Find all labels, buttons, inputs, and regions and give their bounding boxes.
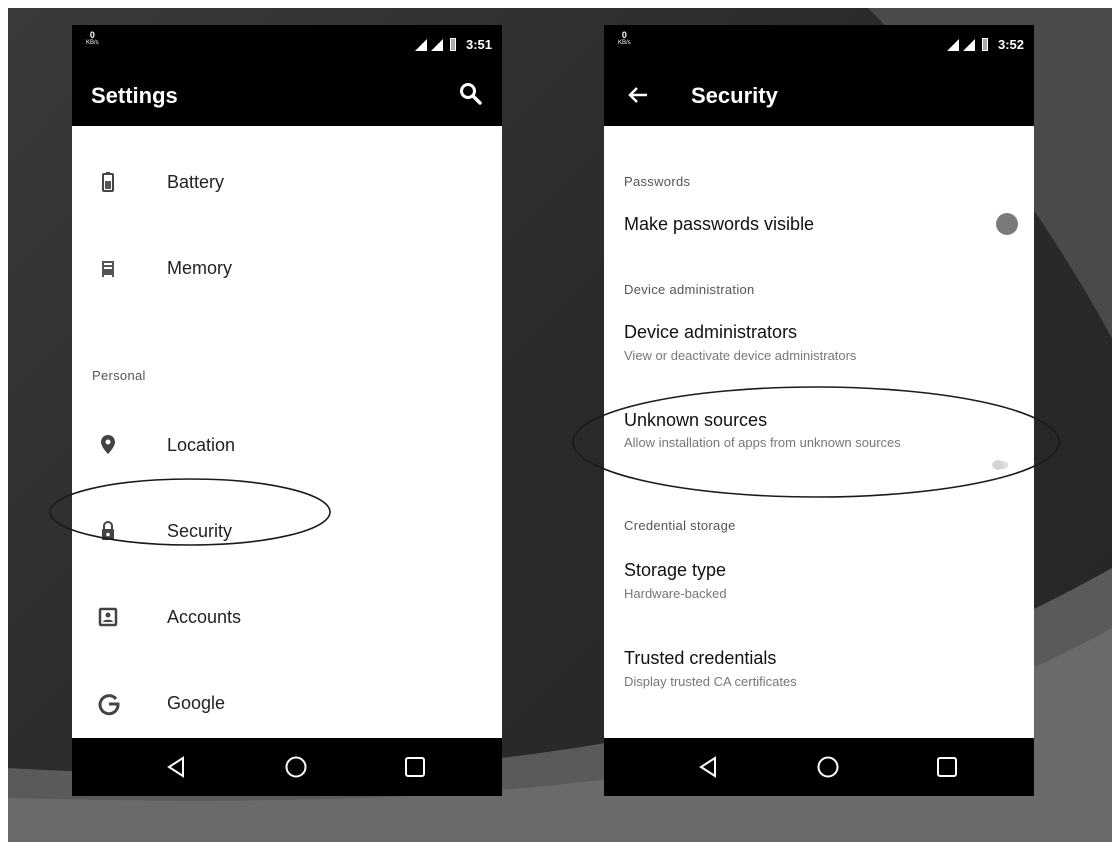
settings-item-label: Battery: [167, 172, 225, 192]
battery-status-icon: [449, 38, 456, 51]
google-icon: [96, 691, 120, 716]
network-speed: 0 KB/s: [618, 31, 631, 47]
search-icon[interactable]: [458, 81, 484, 112]
settings-item-memory[interactable]: Memory: [72, 248, 502, 288]
signal-icon: [430, 38, 443, 51]
section-header-credential-storage: Credential storage: [624, 518, 736, 533]
recents-square-icon[interactable]: [935, 755, 959, 784]
highlight-ellipse-unknown-sources: [572, 386, 1060, 498]
recents-square-icon[interactable]: [403, 755, 427, 784]
home-circle-icon[interactable]: [284, 755, 308, 784]
settings-list: Battery Memory Personal Location Securit…: [72, 126, 502, 738]
pref-title: Device administrators: [624, 322, 798, 342]
page-title: Settings: [91, 83, 178, 108]
page-title: Security: [691, 83, 778, 108]
pref-title: Make passwords visible: [624, 214, 815, 234]
app-bar: Security: [604, 65, 1034, 126]
status-bar: 0 KB/s 3:51: [72, 25, 502, 65]
pref-summary: View or deactivate device administrators: [624, 348, 857, 363]
network-speed-unit: KB/s: [86, 40, 99, 46]
settings-item-label: Google: [167, 693, 226, 713]
navigation-bar: [604, 738, 1034, 796]
signal-icon: [962, 38, 975, 51]
battery-icon: [96, 170, 120, 194]
memory-icon: [96, 256, 120, 280]
network-speed-unit: KB/s: [618, 40, 631, 46]
settings-item-label: Location: [167, 435, 236, 455]
status-clock: 3:52: [997, 37, 1024, 52]
app-bar: Settings: [72, 65, 502, 126]
home-circle-icon[interactable]: [816, 755, 840, 784]
signal-icon: [414, 38, 427, 51]
status-clock: 3:51: [465, 37, 492, 52]
status-bar: 0 KB/s 3:52: [604, 25, 1034, 65]
settings-item-location[interactable]: Location: [72, 425, 502, 465]
settings-item-battery[interactable]: Battery: [72, 162, 502, 202]
location-pin-icon: [96, 433, 120, 457]
pref-title: Storage type: [624, 560, 727, 580]
settings-item-label: Memory: [167, 258, 233, 278]
pref-summary: Display trusted CA certificates: [624, 674, 797, 689]
settings-item-label: Accounts: [167, 607, 242, 627]
settings-item-accounts[interactable]: Accounts: [72, 597, 502, 637]
account-icon: [96, 605, 120, 629]
toggle-switch[interactable]: [995, 212, 1019, 241]
settings-screen: 0 KB/s 3:51 Settings Battery Memory Pers…: [72, 25, 502, 796]
battery-status-icon: [981, 38, 988, 51]
back-arrow-icon[interactable]: [626, 83, 650, 112]
back-triangle-icon[interactable]: [697, 755, 719, 784]
network-speed: 0 KB/s: [86, 31, 99, 47]
section-header-device-administration: Device administration: [624, 282, 755, 297]
settings-item-google[interactable]: Google: [72, 683, 502, 723]
section-header-personal: Personal: [92, 368, 146, 383]
back-triangle-icon[interactable]: [165, 755, 187, 784]
pref-summary: Hardware-backed: [624, 586, 727, 601]
highlight-ellipse-security: [49, 478, 331, 546]
signal-icon: [946, 38, 959, 51]
section-header-passwords: Passwords: [624, 174, 691, 189]
pref-title: Trusted credentials: [624, 648, 777, 668]
navigation-bar: [72, 738, 502, 796]
